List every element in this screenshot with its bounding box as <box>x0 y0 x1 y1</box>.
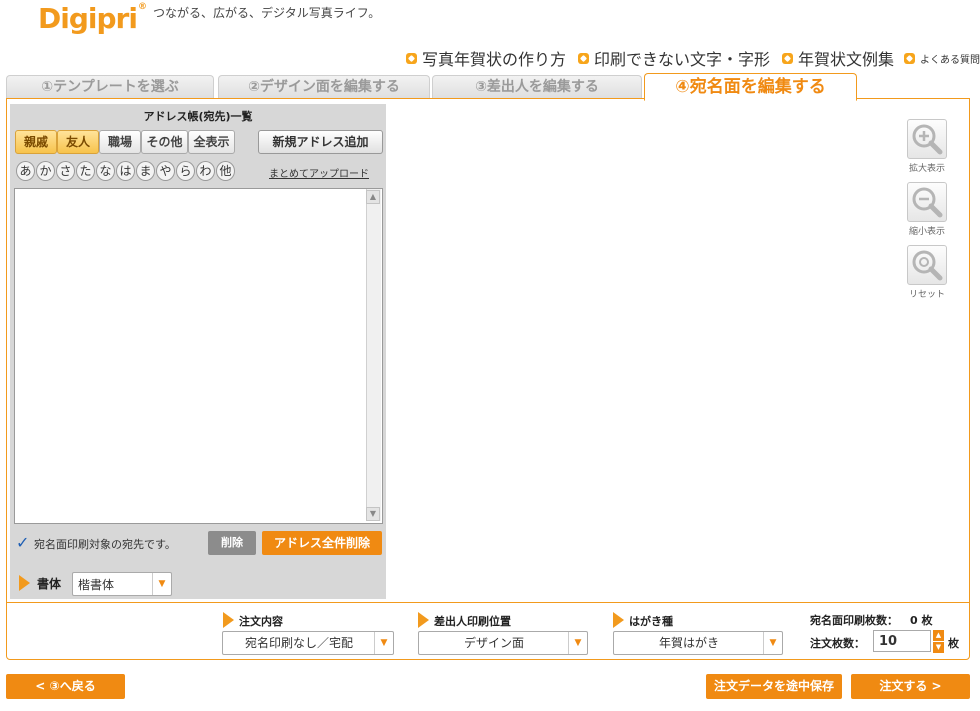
font-bar <box>10 566 386 598</box>
scroll-up-arrow-icon[interactable]: ▲ <box>366 190 380 204</box>
font-label: 書体 <box>37 577 62 591</box>
zoom-out-label: 縮小表示 <box>908 227 945 237</box>
reset-zoom-button[interactable] <box>907 245 947 285</box>
magnifier-minus-icon <box>912 187 943 218</box>
increment-arrow-icon[interactable]: ▲ <box>933 630 944 641</box>
kana-na-button[interactable]: な <box>96 161 115 181</box>
bullet-icon <box>904 52 915 64</box>
dropdown-arrow-icon: ▼ <box>374 632 393 654</box>
category-show-all-button[interactable]: 全表示 <box>188 130 235 154</box>
sender-position-select[interactable]: デザイン面 ▼ <box>418 631 588 655</box>
sender-position-value: デザイン面 <box>463 636 524 650</box>
kana-wa-button[interactable]: わ <box>196 161 215 181</box>
bullet-icon <box>781 52 793 64</box>
kana-a-button[interactable]: あ <box>16 161 35 181</box>
kana-ta-button[interactable]: た <box>76 161 95 181</box>
font-select-value: 楷書体 <box>78 578 115 592</box>
place-order-button[interactable]: 注文する > <box>851 674 970 699</box>
kana-ma-button[interactable]: ま <box>136 161 155 181</box>
sender-position-label: 差出人印刷位置 <box>434 615 511 628</box>
print-count-label: 宛名面印刷枚数： <box>810 614 898 627</box>
divider <box>6 602 970 603</box>
magnifier-reset-icon <box>912 250 943 281</box>
address-list-scrollbar[interactable] <box>366 189 381 521</box>
delete-button[interactable]: 削除 <box>208 531 256 555</box>
category-friends-button[interactable]: 友人 <box>57 130 99 154</box>
save-draft-button[interactable]: 注文データを途中保存 <box>706 674 842 699</box>
kana-ka-button[interactable]: か <box>36 161 55 181</box>
order-content-select[interactable]: 宛名印刷なし／宅配 ▼ <box>222 631 394 655</box>
link-greeting-examples[interactable]: 年賀状文例集 <box>781 46 894 70</box>
card-type-value: 年賀はがき <box>658 636 719 650</box>
add-new-address-button[interactable]: 新規アドレス追加 <box>258 130 383 154</box>
checkmark-icon: ✓ <box>16 533 30 552</box>
dropdown-arrow-icon: ▼ <box>763 632 782 654</box>
print-target-note: 宛名面印刷対象の宛先です。 <box>34 538 176 551</box>
kana-ha-button[interactable]: は <box>116 161 135 181</box>
zoom-in-label: 拡大表示 <box>908 164 945 174</box>
order-content-label: 注文内容 <box>239 615 283 628</box>
category-relatives-button[interactable]: 親戚 <box>15 130 57 154</box>
dropdown-arrow-icon: ▼ <box>568 632 587 654</box>
card-type-label: はがき種 <box>629 615 673 628</box>
tagline: つながる、広がる、デジタル写真ライフ。 <box>153 6 381 20</box>
tab-edit-address-side[interactable]: ④宛名面を編集する <box>644 73 857 101</box>
kana-ya-button[interactable]: や <box>156 161 175 181</box>
zoom-in-button[interactable] <box>907 119 947 159</box>
order-count-label: 注文枚数： <box>810 637 865 650</box>
decrement-arrow-icon[interactable]: ▼ <box>933 642 944 653</box>
order-quantity-input[interactable]: 10 <box>873 630 931 652</box>
kana-other-button[interactable]: 他 <box>216 161 235 181</box>
zoom-out-button[interactable] <box>907 182 947 222</box>
print-count-value: 0 枚 <box>910 614 933 627</box>
link-how-to-make[interactable]: 写真年賀状の作り方 <box>405 46 566 70</box>
orange-triangle-icon <box>223 612 234 628</box>
dropdown-arrow-icon: ▼ <box>152 573 171 595</box>
category-work-button[interactable]: 職場 <box>99 130 141 154</box>
order-content-value: 宛名印刷なし／宅配 <box>244 636 353 650</box>
bullet-icon <box>405 52 417 64</box>
back-button[interactable]: < ③へ戻る <box>6 674 125 699</box>
delete-all-addresses-button[interactable]: アドレス全件削除 <box>262 531 382 555</box>
bullet-icon <box>577 52 589 64</box>
address-list[interactable] <box>14 188 383 524</box>
orange-triangle-icon <box>613 612 624 628</box>
card-type-select[interactable]: 年賀はがき ▼ <box>613 631 783 655</box>
tab-edit-design[interactable]: ②デザイン面を編集する <box>218 75 430 99</box>
kana-sa-button[interactable]: さ <box>56 161 75 181</box>
order-count-unit: 枚 <box>948 637 959 650</box>
tab-choose-template[interactable]: ①テンプレートを選ぶ <box>6 75 214 99</box>
category-other-button[interactable]: その他 <box>141 130 188 154</box>
address-book-title: アドレス帳(宛先)一覧 <box>143 110 253 123</box>
link-faq[interactable]: よくある質問 <box>904 51 980 66</box>
orange-triangle-icon <box>19 575 30 591</box>
orange-triangle-icon <box>418 612 429 628</box>
digipri-logo[interactable]: Digipri® <box>38 2 147 35</box>
tab-edit-sender[interactable]: ③差出人を編集する <box>432 75 642 99</box>
scroll-down-arrow-icon[interactable]: ▼ <box>366 507 380 521</box>
top-links: 写真年賀状の作り方 印刷できない文字・字形 年賀状文例集 よくある質問 <box>394 46 980 70</box>
reset-label: リセット <box>908 290 945 300</box>
font-select[interactable]: 楷書体 ▼ <box>72 572 172 596</box>
bulk-upload-link[interactable]: まとめてアップロード <box>269 165 369 180</box>
kana-ra-button[interactable]: ら <box>176 161 195 181</box>
magnifier-plus-icon <box>912 124 943 155</box>
link-unprintable-chars[interactable]: 印刷できない文字・字形 <box>577 46 770 70</box>
